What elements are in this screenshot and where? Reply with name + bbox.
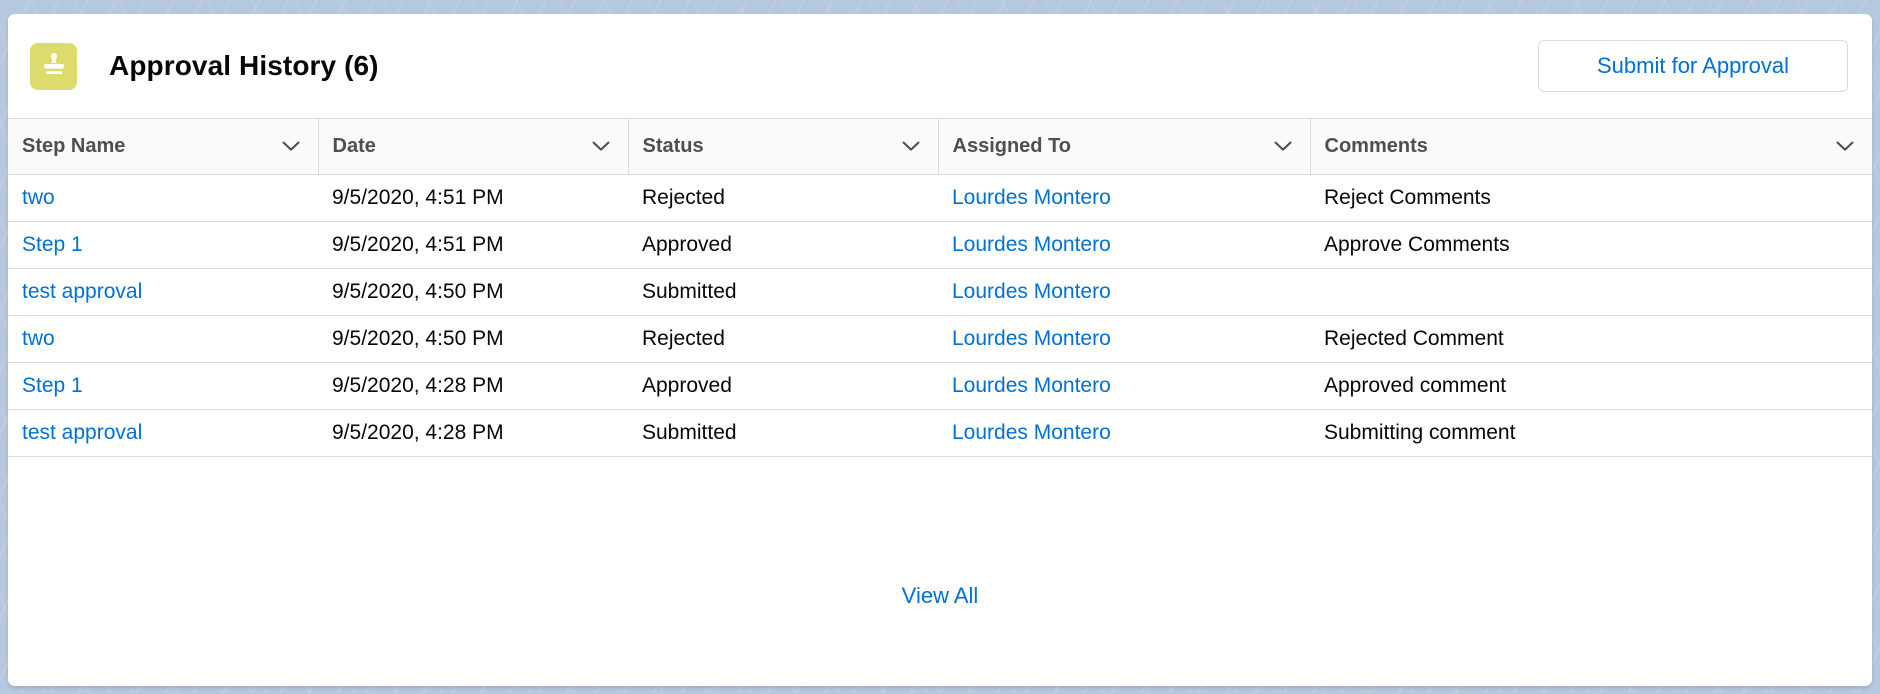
cell-assigned-to-link[interactable]: Lourdes Montero bbox=[952, 327, 1111, 350]
cell-assigned-to-link[interactable]: Lourdes Montero bbox=[952, 421, 1111, 444]
cell-step-name-link[interactable]: two bbox=[22, 186, 55, 209]
column-header-date[interactable]: Date bbox=[318, 118, 629, 175]
cell-status: Approved bbox=[642, 374, 732, 397]
cell-assigned-to[interactable]: Lourdes Montero bbox=[938, 410, 1310, 457]
cell-status: Submitted bbox=[642, 280, 737, 303]
cell-date: 9/5/2020, 4:51 PM bbox=[332, 233, 504, 256]
cell-date: 9/5/2020, 4:28 PM bbox=[332, 421, 504, 444]
cell-step-name[interactable]: Step 1 bbox=[8, 222, 318, 269]
column-header-label: Comments bbox=[1324, 135, 1428, 157]
table-row[interactable]: test approval 9/5/2020, 4:50 PM Submitted L… bbox=[8, 268, 1872, 316]
cell-step-name[interactable]: test approval bbox=[8, 269, 318, 316]
approval-history-table-wrapper: Step Name Date Status Assigned To Commen… bbox=[8, 118, 1872, 535]
cell-step-name-link[interactable]: Step 1 bbox=[22, 374, 83, 397]
card-footer: View All bbox=[8, 534, 1872, 686]
column-header-label: Status bbox=[642, 135, 704, 157]
cell-status: Rejected bbox=[642, 186, 725, 209]
approval-stamp-icon bbox=[30, 42, 77, 90]
cell-assigned-to[interactable]: Lourdes Montero bbox=[938, 363, 1310, 410]
cell-step-name[interactable]: two bbox=[8, 175, 318, 222]
table-header-row: Step Name Date Status Assigned To Commen… bbox=[8, 118, 1872, 175]
cell-comments: Rejected Comment bbox=[1324, 327, 1504, 350]
table-row[interactable]: Step 1 9/5/2020, 4:28 PM Approved Lourdes M… bbox=[8, 362, 1872, 410]
column-header-label: Assigned To bbox=[952, 135, 1072, 157]
cell-comments: Approve Comments bbox=[1324, 233, 1510, 256]
chevron-down-icon[interactable] bbox=[590, 136, 612, 158]
table-row[interactable]: test approval 9/5/2020, 4:28 PM Submitted L… bbox=[8, 409, 1872, 457]
column-header-step-name[interactable]: Step Name bbox=[8, 118, 319, 175]
cell-status: Submitted bbox=[642, 421, 737, 444]
cell-assigned-to[interactable]: Lourdes Montero bbox=[938, 269, 1310, 316]
cell-assigned-to[interactable]: Lourdes Montero bbox=[938, 175, 1310, 222]
cell-date: 9/5/2020, 4:51 PM bbox=[332, 186, 504, 209]
cell-step-name-link[interactable]: Step 1 bbox=[22, 233, 83, 256]
table-body: two 9/5/2020, 4:51 PM Rejected Lourdes Mont… bbox=[8, 174, 1872, 457]
cell-date: 9/5/2020, 4:28 PM bbox=[332, 374, 504, 397]
cell-step-name-link[interactable]: two bbox=[22, 327, 55, 350]
column-header-assigned-to[interactable]: Assigned To bbox=[938, 118, 1311, 175]
cell-assigned-to[interactable]: Lourdes Montero bbox=[938, 316, 1310, 363]
cell-assigned-to-link[interactable]: Lourdes Montero bbox=[952, 233, 1111, 256]
cell-comments: Submitting comment bbox=[1324, 421, 1516, 444]
cell-step-name-link[interactable]: test approval bbox=[22, 421, 142, 444]
cell-assigned-to-link[interactable]: Lourdes Montero bbox=[952, 280, 1111, 303]
table-row[interactable]: two 9/5/2020, 4:51 PM Rejected Lourdes Mont… bbox=[8, 174, 1872, 222]
chevron-down-icon[interactable] bbox=[900, 136, 922, 158]
table-row[interactable]: Step 1 9/5/2020, 4:51 PM Approved Lourdes M… bbox=[8, 221, 1872, 269]
cell-step-name-link[interactable]: test approval bbox=[22, 280, 142, 303]
cell-step-name[interactable]: Step 1 bbox=[8, 363, 318, 410]
cell-comments: Reject Comments bbox=[1324, 186, 1491, 209]
table-header: Step Name Date Status Assigned To Commen… bbox=[8, 118, 1872, 175]
cell-date: 9/5/2020, 4:50 PM bbox=[332, 280, 504, 303]
table-row[interactable]: two 9/5/2020, 4:50 PM Rejected Lourdes Mont… bbox=[8, 315, 1872, 363]
cell-assigned-to-link[interactable]: Lourdes Montero bbox=[952, 186, 1111, 209]
cell-assigned-to-link[interactable]: Lourdes Montero bbox=[952, 374, 1111, 397]
column-header-comments[interactable]: Comments bbox=[1310, 119, 1872, 175]
chevron-down-icon[interactable] bbox=[1272, 136, 1294, 158]
column-header-label: Date bbox=[332, 135, 376, 157]
cell-status: Approved bbox=[642, 233, 732, 256]
approval-history-table: Step Name Date Status Assigned To Commen… bbox=[8, 118, 1872, 457]
column-header-status[interactable]: Status bbox=[628, 118, 939, 175]
chevron-down-icon[interactable] bbox=[1834, 136, 1856, 158]
cell-step-name[interactable]: test approval bbox=[8, 410, 318, 457]
cell-comments bbox=[1310, 269, 1872, 316]
submit-for-approval-button[interactable]: Submit for Approval bbox=[1538, 40, 1848, 92]
approval-history-card: Approval History (6) Submit for Approval… bbox=[8, 14, 1872, 686]
cell-status: Rejected bbox=[642, 327, 725, 350]
cell-assigned-to[interactable]: Lourdes Montero bbox=[938, 222, 1310, 269]
column-header-label: Step Name bbox=[22, 135, 126, 157]
cell-date: 9/5/2020, 4:50 PM bbox=[332, 327, 504, 350]
page-title: Approval History (6) bbox=[109, 50, 379, 81]
card-header: Approval History (6) Submit for Approval bbox=[8, 14, 1872, 118]
cell-step-name[interactable]: two bbox=[8, 316, 318, 363]
view-all-link[interactable]: View All bbox=[902, 583, 979, 609]
cell-comments: Approved comment bbox=[1324, 374, 1507, 397]
chevron-down-icon[interactable] bbox=[280, 136, 302, 158]
